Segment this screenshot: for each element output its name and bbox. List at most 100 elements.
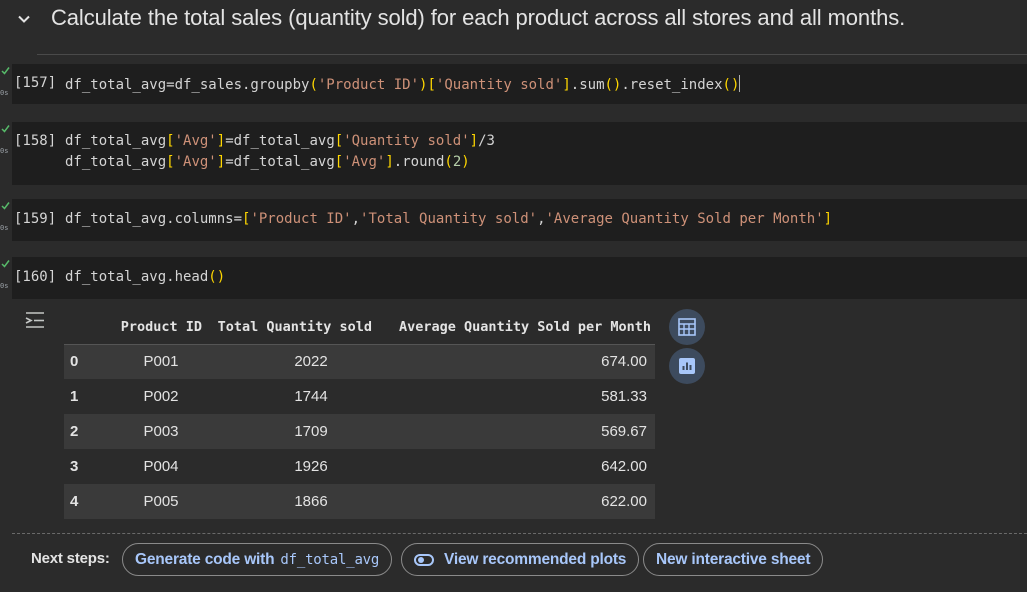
table-cell: 581.33	[376, 379, 655, 414]
code-token: ()	[604, 77, 622, 93]
code-token: (	[309, 77, 318, 93]
code-token: .round	[393, 154, 445, 170]
dataframe-table: Product ID Total Quantity sold Average Q…	[64, 310, 655, 519]
table-row: 3 P004 1926 642.00	[64, 449, 655, 484]
table-header-row: Product ID Total Quantity sold Average Q…	[64, 310, 655, 345]
table-row: 4 P005 1866 622.00	[64, 484, 655, 519]
code-token: ]	[216, 133, 226, 149]
table-cell: P005	[116, 484, 206, 519]
table-row: 1 P002 1744 581.33	[64, 379, 655, 414]
section-header: Calculate the total sales (quantity sold…	[0, 0, 1027, 40]
suggest-charts-button[interactable]	[669, 348, 705, 384]
code-token: .reset_index	[621, 77, 723, 93]
exec-count: [160]	[14, 269, 57, 285]
code-token: 'Average Quantity Sold per Month'	[545, 211, 824, 227]
code-token: df_total_avg.columns=	[65, 211, 243, 227]
code-cell-160[interactable]: [160] df_total_avg.head()	[12, 257, 1027, 299]
code-token: [	[166, 154, 175, 170]
convert-to-table-button[interactable]	[669, 309, 705, 345]
row-index: 2	[64, 414, 116, 449]
generate-code-button[interactable]: Generate code with df_total_avg	[122, 543, 393, 576]
chevron-down-icon[interactable]	[17, 12, 31, 26]
table-cell: 1866	[206, 484, 376, 519]
code-token: 'Product ID'	[250, 211, 352, 227]
table-cell: 1926	[206, 449, 376, 484]
check-icon	[1, 202, 10, 210]
code-token: ,	[351, 211, 361, 227]
toggle-icon	[414, 553, 434, 566]
code-line[interactable]: df_total_avg.columns=['Product ID','Tota…	[65, 211, 832, 227]
output-toggle-icon[interactable]	[23, 310, 47, 330]
code-token: ()	[722, 77, 740, 93]
code-token: /3	[478, 133, 495, 149]
table-cell: 674.00	[376, 344, 655, 379]
code-line[interactable]: df_total_avg['Avg']=df_total_avg['Quanti…	[65, 133, 495, 149]
run-time-label: 0s	[0, 224, 9, 232]
divider	[12, 533, 1027, 534]
table-row: 2 P003 1709 569.67	[64, 414, 655, 449]
check-icon	[1, 67, 10, 75]
next-steps-label: Next steps:	[31, 550, 110, 567]
new-sheet-label: New interactive sheet	[656, 550, 811, 568]
column-header: Average Quantity Sold per Month	[376, 310, 655, 345]
code-token: ]	[469, 133, 479, 149]
generate-code-label: Generate code with	[135, 550, 275, 568]
table-cell: 642.00	[376, 449, 655, 484]
code-token: df_total_avg.head	[65, 269, 209, 285]
section-title: Calculate the total sales (quantity sold…	[51, 5, 906, 30]
exec-count: [157]	[14, 75, 57, 91]
view-recommended-plots-button[interactable]: View recommended plots	[401, 543, 640, 576]
run-time-label: 0s	[0, 282, 9, 290]
table-cell: 1744	[206, 379, 376, 414]
code-token: [	[334, 133, 344, 149]
text-cursor	[739, 75, 741, 92]
row-index: 3	[64, 449, 116, 484]
code-token: .sum	[570, 77, 605, 93]
view-plots-label: View recommended plots	[444, 550, 627, 568]
column-header-index	[64, 310, 116, 345]
code-cell-158[interactable]: [158] df_total_avg['Avg']=df_total_avg['…	[12, 122, 1027, 185]
code-token: ]	[562, 77, 571, 93]
table-cell: P001	[116, 344, 206, 379]
run-time-label: 0s	[0, 89, 9, 97]
column-header: Product ID	[116, 310, 206, 345]
table-cell: 622.00	[376, 484, 655, 519]
code-line[interactable]: df_total_avg=df_sales.groupby('Product I…	[65, 75, 741, 93]
check-icon	[1, 260, 10, 268]
row-index: 1	[64, 379, 116, 414]
code-token: =df_total_avg	[225, 154, 335, 170]
new-interactive-sheet-button[interactable]: New interactive sheet	[643, 543, 824, 576]
table-cell: P002	[116, 379, 206, 414]
code-token: 'Quantity sold'	[343, 133, 470, 149]
code-line[interactable]: df_total_avg.head()	[65, 269, 225, 285]
divider	[37, 54, 1027, 55]
code-line[interactable]: df_total_avg['Avg']=df_total_avg['Avg'].…	[65, 154, 470, 170]
code-token: ,	[537, 211, 546, 227]
code-token: =df_total_avg	[225, 133, 335, 149]
code-token: ]	[385, 154, 394, 170]
row-index: 4	[64, 484, 116, 519]
table-cell: 569.67	[376, 414, 655, 449]
code-token: )	[461, 154, 470, 170]
code-token: 'Avg'	[174, 154, 217, 170]
table-row: 0 P001 2022 674.00	[64, 344, 655, 379]
code-token: 'Quantity sold'	[435, 77, 563, 93]
row-index: 0	[64, 344, 116, 379]
code-cell-157[interactable]: [157] df_total_avg=df_sales.groupby('Pro…	[12, 64, 1027, 104]
code-token: (	[444, 154, 453, 170]
code-cell-159[interactable]: [159] df_total_avg.columns=['Product ID'…	[12, 199, 1027, 241]
code-token: ]	[823, 211, 833, 227]
code-token: 'Total Quantity sold'	[360, 211, 538, 227]
code-token: ()	[208, 269, 226, 285]
table-cell: P003	[116, 414, 206, 449]
code-token: df_total_avg	[65, 133, 167, 149]
code-token: [	[166, 133, 175, 149]
code-token: ]	[216, 154, 226, 170]
table-icon	[678, 318, 696, 336]
table-cell: P004	[116, 449, 206, 484]
code-token: [	[427, 77, 436, 93]
table-cell: 2022	[206, 344, 376, 379]
run-time-label: 0s	[0, 147, 9, 155]
code-token: 'Avg'	[174, 133, 217, 149]
code-token: 'Product ID'	[317, 77, 420, 93]
